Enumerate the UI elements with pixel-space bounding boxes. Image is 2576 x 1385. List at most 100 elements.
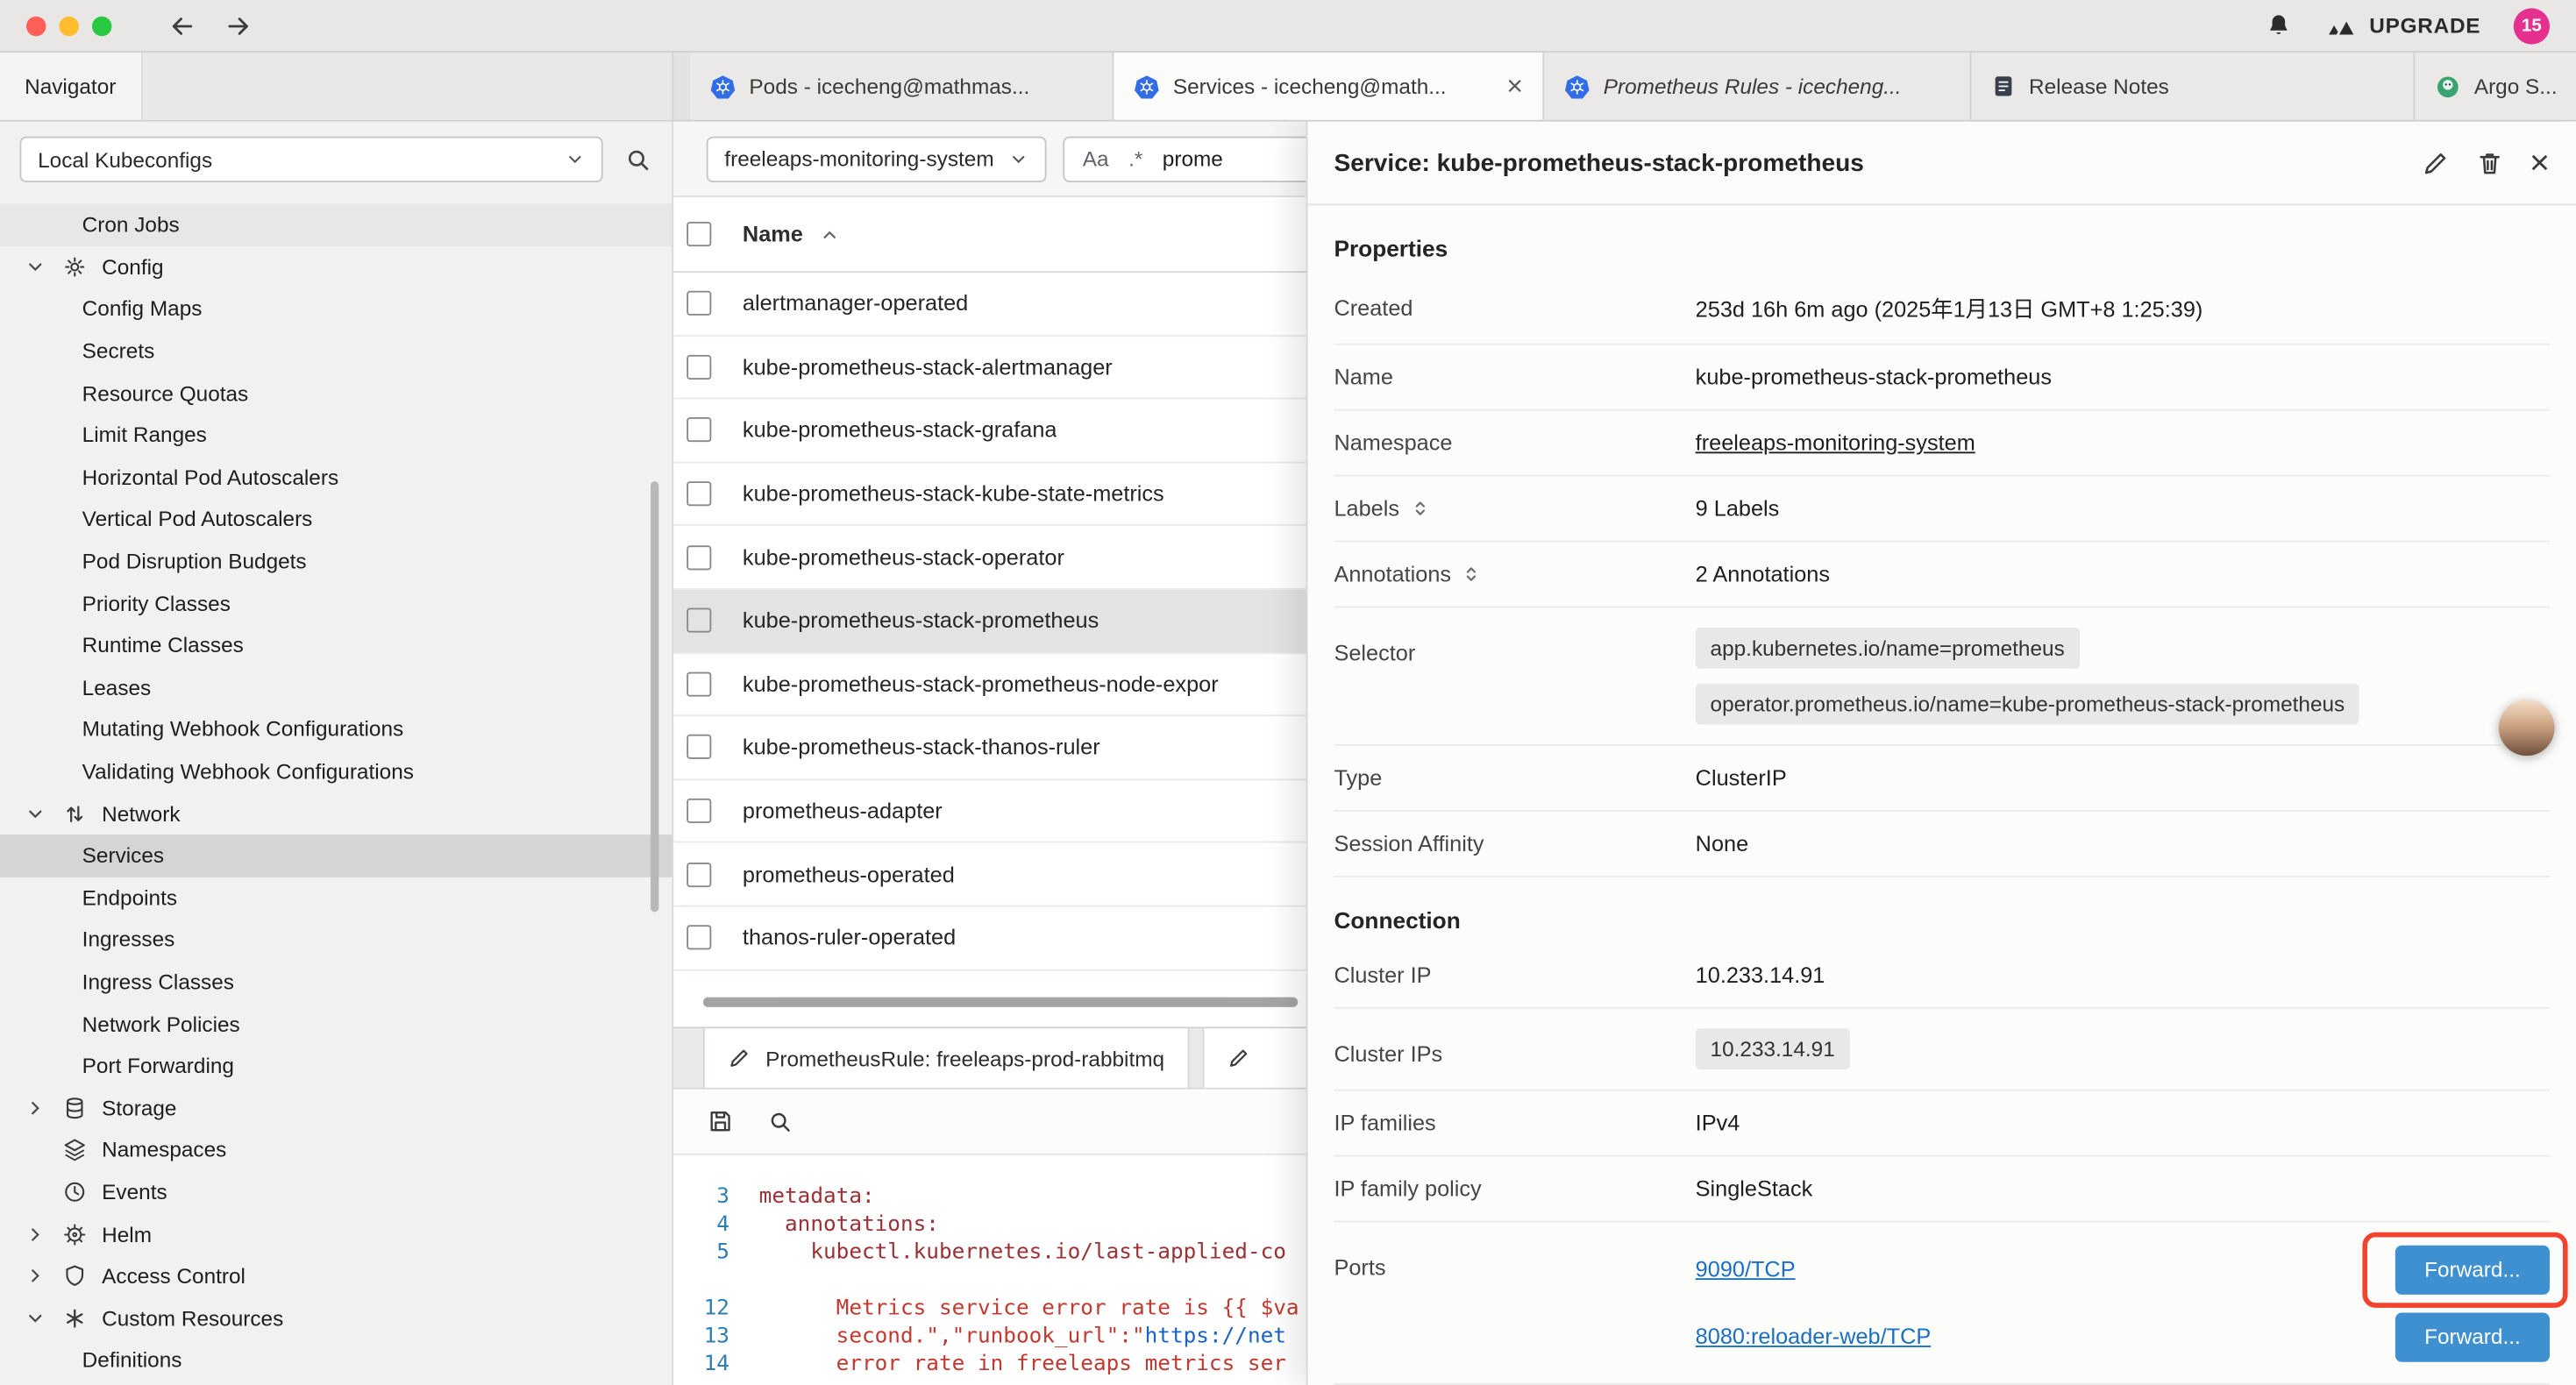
- navigator-tab[interactable]: Navigator: [0, 53, 142, 120]
- badge-list: 10.233.14.91: [1696, 1028, 2550, 1069]
- kubeconfig-selector[interactable]: Local Kubeconfigs: [19, 137, 602, 182]
- chevron-right-icon[interactable]: [26, 1267, 62, 1285]
- chevron-down-icon[interactable]: [26, 805, 62, 823]
- match-case-toggle[interactable]: Aa: [1083, 146, 1109, 171]
- namespace-link[interactable]: freeleaps-monitoring-system: [1696, 430, 2550, 455]
- sort-ascending-icon[interactable]: [820, 224, 839, 244]
- sidebar-item-events[interactable]: Events: [0, 1171, 672, 1213]
- sidebar-item-ingresses[interactable]: Ingresses: [0, 919, 672, 961]
- delete-trash-icon[interactable]: [2475, 149, 2503, 177]
- ports-list: 9090/TCP Forward... 8080:reloader-web/TCP F…: [1696, 1242, 2550, 1364]
- row-value: IPv4: [1696, 1111, 2550, 1135]
- sidebar-item-services[interactable]: Services: [0, 835, 672, 877]
- close-drawer-icon[interactable]: ×: [2530, 146, 2550, 180]
- tab-release-notes[interactable]: Release Notes: [1971, 53, 2415, 120]
- sidebar-item-leases[interactable]: Leases: [0, 666, 672, 708]
- sidebar-item-pod-disruption-budgets[interactable]: Pod Disruption Budgets: [0, 540, 672, 582]
- sidebar-item-runtime-classes[interactable]: Runtime Classes: [0, 624, 672, 666]
- name-column-header[interactable]: Name: [743, 222, 803, 246]
- sidebar-item-limit-ranges[interactable]: Limit Ranges: [0, 414, 672, 456]
- zoom-window-button[interactable]: [92, 16, 111, 35]
- sidebar-item-label: Storage: [102, 1096, 176, 1120]
- save-icon[interactable]: [707, 1107, 735, 1135]
- tab-close-icon[interactable]: ×: [1506, 72, 1523, 100]
- sidebar-item-storage[interactable]: Storage: [0, 1087, 672, 1129]
- sidebar-item-ingress-classes[interactable]: Ingress Classes: [0, 961, 672, 1003]
- unfold-toggle-icon[interactable]: [1409, 498, 1430, 519]
- chevron-down-icon[interactable]: [26, 1309, 62, 1327]
- sidebar-item-custom-resources[interactable]: Custom Resources: [0, 1297, 672, 1339]
- sidebar-item-label: Network Policies: [82, 1012, 240, 1036]
- navigator-header: Navigator: [0, 53, 673, 120]
- notifications-bell-icon[interactable]: [2264, 11, 2294, 40]
- port-link[interactable]: 9090/TCP: [1696, 1257, 1796, 1282]
- row-checkbox[interactable]: [687, 291, 711, 316]
- sidebar-item-mutating-webhook-configurations[interactable]: Mutating Webhook Configurations: [0, 708, 672, 750]
- sidebar-item-namespaces[interactable]: Namespaces: [0, 1129, 672, 1171]
- argo-icon: [2435, 73, 2461, 99]
- row-value: None: [1696, 831, 2550, 856]
- sidebar-item-priority-classes[interactable]: Priority Classes: [0, 582, 672, 624]
- service-name: alertmanager-operated: [743, 291, 968, 316]
- sidebar-item-horizontal-pod-autoscalers[interactable]: Horizontal Pod Autoscalers: [0, 456, 672, 498]
- select-all-checkbox[interactable]: [687, 222, 711, 246]
- forward-button[interactable]: Forward...: [2395, 1245, 2550, 1294]
- row-checkbox[interactable]: [687, 735, 711, 760]
- row-checkbox[interactable]: [687, 545, 711, 570]
- sidebar-item-port-forwarding[interactable]: Port Forwarding: [0, 1045, 672, 1087]
- sidebar-scrollbar[interactable]: [651, 481, 658, 912]
- chevron-right-icon[interactable]: [26, 1225, 62, 1243]
- chevron-right-icon[interactable]: [26, 1098, 62, 1117]
- sidebar-item-access-control[interactable]: Access Control: [0, 1255, 672, 1297]
- row-checkbox[interactable]: [687, 926, 711, 950]
- tab-services[interactable]: Services - icecheng@math...×: [1114, 53, 1544, 120]
- access-control-icon: [62, 1264, 102, 1289]
- close-window-button[interactable]: [26, 16, 46, 35]
- row-checkbox[interactable]: [687, 862, 711, 886]
- sidebar-item-cron-jobs[interactable]: Cron Jobs: [0, 203, 672, 245]
- editor-search-icon[interactable]: [767, 1108, 793, 1134]
- sidebar-search-icon[interactable]: [624, 146, 652, 174]
- tab-prometheus-rules[interactable]: Prometheus Rules - icecheng...: [1544, 53, 1971, 120]
- row-checkbox[interactable]: [687, 355, 711, 380]
- row-checkbox[interactable]: [687, 418, 711, 443]
- search-query: prome: [1163, 146, 1223, 171]
- service-name: kube-prometheus-stack-grafana: [743, 418, 1057, 443]
- forward-arrow-icon[interactable]: [224, 11, 253, 40]
- sidebar-item-resource-quotas[interactable]: Resource Quotas: [0, 372, 672, 414]
- sidebar-item-helm[interactable]: Helm: [0, 1213, 672, 1255]
- sidebar-item-validating-webhook-configurations[interactable]: Validating Webhook Configurations: [0, 750, 672, 792]
- sidebar-item-config-maps[interactable]: Config Maps: [0, 288, 672, 330]
- row-value: 9 Labels: [1696, 496, 2550, 521]
- upgrade-button[interactable]: UPGRADE: [2327, 13, 2481, 38]
- pencil-icon: [728, 1047, 751, 1069]
- row-checkbox[interactable]: [687, 608, 711, 633]
- minimize-window-button[interactable]: [59, 16, 78, 35]
- row-checkbox[interactable]: [687, 799, 711, 823]
- unfold-toggle-icon[interactable]: [1461, 564, 1482, 585]
- sidebar-item-endpoints[interactable]: Endpoints: [0, 877, 672, 919]
- chevron-down-icon[interactable]: [26, 258, 62, 276]
- namespace-selector[interactable]: freeleaps-monitoring-system: [707, 136, 1047, 181]
- sidebar-item-vertical-pod-autoscalers[interactable]: Vertical Pod Autoscalers: [0, 498, 672, 540]
- horizontal-scrollbar[interactable]: [703, 998, 1298, 1007]
- regex-toggle[interactable]: .*: [1128, 146, 1142, 171]
- tab-pods[interactable]: Pods - icecheng@mathmas...: [690, 53, 1114, 120]
- user-avatar[interactable]: [2499, 700, 2555, 756]
- edit-pencil-icon[interactable]: [2421, 149, 2449, 177]
- value-badge: app.kubernetes.io/name=prometheus: [1696, 628, 2080, 669]
- sidebar-item-network-policies[interactable]: Network Policies: [0, 1003, 672, 1045]
- row-checkbox[interactable]: [687, 481, 711, 506]
- sidebar-item-config[interactable]: Config: [0, 245, 672, 288]
- notification-count-badge[interactable]: 15: [2514, 7, 2550, 43]
- sidebar-item-secrets[interactable]: Secrets: [0, 330, 672, 372]
- back-arrow-icon[interactable]: [167, 11, 197, 40]
- sidebar-item-label: Vertical Pod Autoscalers: [82, 507, 313, 531]
- row-checkbox[interactable]: [687, 671, 711, 696]
- sidebar-item-definitions[interactable]: Definitions: [0, 1339, 672, 1381]
- port-link[interactable]: 8080:reloader-web/TCP: [1696, 1325, 1932, 1349]
- sidebar-item-network[interactable]: Network: [0, 792, 672, 835]
- dock-tab-prometheusrule[interactable]: PrometheusRule: freeleaps-prod-rabbitmq: [703, 1028, 1189, 1087]
- tab-argo[interactable]: Argo S...: [2415, 53, 2576, 120]
- forward-button[interactable]: Forward...: [2395, 1312, 2550, 1361]
